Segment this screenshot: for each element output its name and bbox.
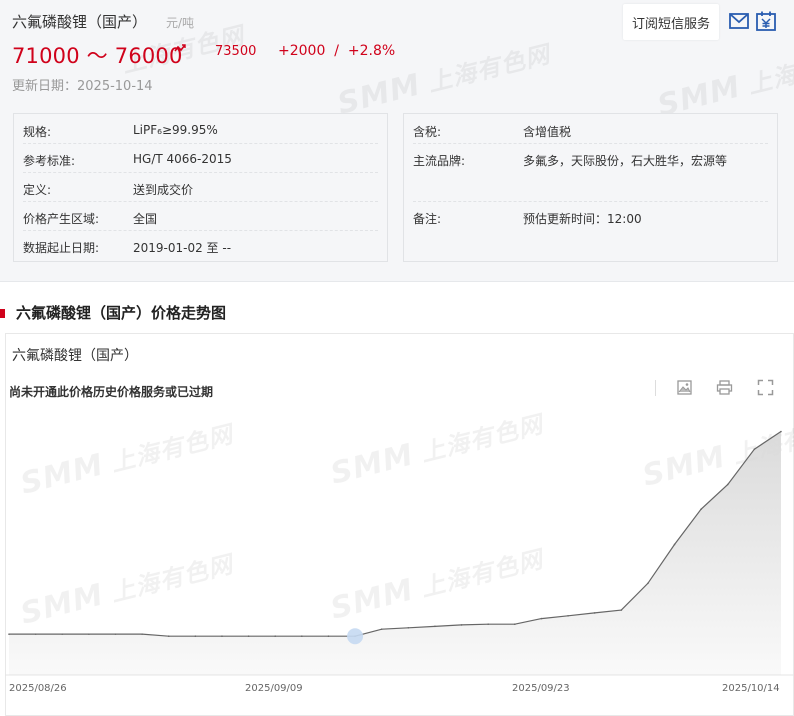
info-row-standard: 参考标准: HG/T 4066-2015 [23,144,378,173]
data-point[interactable] [274,635,277,638]
data-point[interactable] [141,633,143,635]
info-key: 备注: [413,212,442,226]
section-accent-bar [0,309,5,318]
update-date: 更新日期：2025-10-14 [12,79,153,94]
info-row-remark: 备注: 预估更新时间：12:00 [413,202,768,231]
calendar-icon[interactable] [756,11,776,31]
data-point[interactable] [673,543,676,546]
data-point[interactable] [513,623,516,626]
info-value: HG/T 4066-2015 [133,152,232,166]
info-key: 含税: [413,125,442,139]
data-point[interactable] [620,609,623,611]
price-area-fill [9,431,781,675]
data-point[interactable] [753,448,756,450]
info-value: 预估更新时间：12:00 [523,212,642,226]
info-row-definition: 定义: 送到成交价 [23,173,378,202]
data-point[interactable] [34,633,37,635]
x-tick-label: 2025/09/23 [512,683,570,694]
data-point[interactable] [221,635,223,638]
print-icon[interactable] [716,379,733,396]
info-row-date-range: 数据起止日期: 2019-01-02 至 -- [23,231,378,260]
data-point[interactable] [301,635,303,638]
info-key: 参考标准: [23,154,76,168]
data-point[interactable] [61,633,64,635]
info-row-region: 价格产生区域: 全国 [23,202,378,231]
info-value: LiPF₆≥99.95% [133,123,218,137]
chart-name: 六氟磷酸锂（国产） [12,348,138,364]
data-point[interactable] [167,635,170,638]
x-tick-label: 2025/10/14 [722,683,780,694]
highlighted-data-point[interactable] [347,628,364,645]
section-title: 六氟磷酸锂（国产）价格走势图 [16,304,227,322]
chart-service-notice: 尚未开通此价格历史价格服务或已过期 [9,385,214,399]
subscribe-sms-button[interactable]: 订阅短信服务 [623,4,719,40]
info-row-brands: 主流品牌: 多氟多，天际股份，石大胜华，宏源等 [413,144,768,202]
data-point[interactable] [88,633,90,635]
data-point[interactable] [247,635,250,638]
info-value: 多氟多，天际股份，石大胜华，宏源等 [523,154,728,168]
data-point[interactable] [780,430,782,433]
info-value: 全国 [133,212,158,226]
data-point[interactable] [460,624,463,626]
x-tick-label: 2025/09/09 [245,683,303,694]
data-point[interactable] [593,612,596,614]
x-tick-label: 2025/08/26 [9,683,67,694]
info-key: 规格: [23,125,52,139]
price-trend-chart[interactable] [0,400,794,716]
info-key: 数据起止日期: [23,241,100,255]
data-point[interactable] [114,633,117,635]
mail-icon[interactable] [729,13,749,29]
up-trend-icon [174,44,186,52]
product-title: 六氟磷酸锂（国产） [12,13,148,31]
data-point[interactable] [327,635,330,638]
info-value: 含增值税 [523,125,572,139]
average-price: 73500 [215,44,257,59]
image-download-icon[interactable] [676,379,693,396]
data-point[interactable] [700,508,702,510]
data-point[interactable] [567,614,569,617]
price-unit: 元/吨 [166,16,195,30]
price-card: SMM上海有色网 SMM上海有色网 上海有色网 六氟磷酸锂（国产） 元/吨 订阅… [0,0,794,282]
info-row-spec: 规格: LiPF₆≥99.95% [23,115,378,144]
data-point[interactable] [487,623,489,626]
info-key: 定义: [23,183,52,197]
info-value: 2019-01-02 至 -- [133,241,232,255]
data-point[interactable] [407,626,410,629]
data-point[interactable] [380,628,383,630]
info-row-tax: 含税: 含增值税 [413,115,768,144]
data-point[interactable] [434,625,436,628]
info-key: 主流品牌: [413,154,466,168]
price-range: 71000 ～ 76000 [12,44,183,68]
fullscreen-icon[interactable] [757,379,774,396]
watermark: SMM上海有色网 [654,42,794,124]
data-point[interactable] [194,635,197,638]
data-point[interactable] [647,582,649,585]
spec-info-box: 规格: LiPF₆≥99.95% 参考标准: HG/T 4066-2015 定义… [13,113,388,262]
meta-info-box: 含税: 含增值税 主流品牌: 多氟多，天际股份，石大胜华，宏源等 备注: 预估更… [403,113,778,262]
price-change: +2000 / +2.8% [278,43,396,59]
toolbar-divider [655,380,656,396]
data-point[interactable] [540,617,543,620]
data-point[interactable] [726,483,729,486]
data-point[interactable] [8,633,10,635]
info-key: 价格产生区域: [23,212,100,226]
info-value: 送到成交价 [133,183,194,197]
